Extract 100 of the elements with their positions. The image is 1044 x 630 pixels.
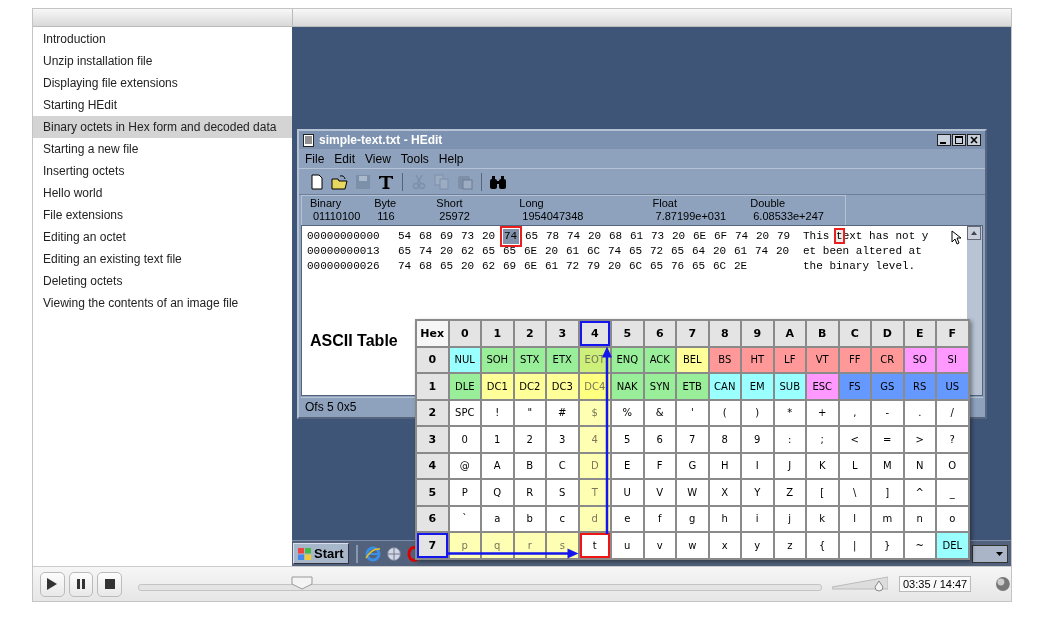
table-cell: ? — [937, 427, 968, 452]
play-icon — [47, 578, 58, 590]
status-text: Ofs 5 0x5 — [305, 399, 357, 414]
table-cell: l — [839, 506, 870, 531]
decoded-text: This — [803, 230, 831, 242]
sidebar-item[interactable]: Displaying file extensions — [33, 72, 292, 94]
hex-byte: 61 — [545, 259, 560, 274]
taskbar-dropdown[interactable] — [972, 544, 1008, 563]
table-header: Hex — [417, 321, 448, 346]
globe-icon[interactable] — [385, 545, 402, 562]
hex-byte: 72 — [650, 244, 665, 259]
start-button[interactable]: Start — [293, 543, 349, 564]
table-cell: ( — [709, 400, 740, 425]
decoded-text: et been altered at — [803, 245, 922, 257]
row-header: 1 — [417, 374, 448, 399]
open-folder-icon[interactable] — [330, 172, 350, 191]
table-cell: RS — [904, 374, 935, 399]
sidebar-item[interactable]: Introduction — [33, 28, 292, 50]
table-cell: VT — [807, 347, 838, 372]
seek-slider[interactable] — [138, 576, 822, 592]
hex-byte: 20 — [713, 244, 728, 259]
sidebar-item[interactable]: File extensions — [33, 204, 292, 226]
table-cell: p — [449, 533, 480, 558]
table-cell: M — [872, 453, 903, 478]
table-cell: O — [937, 453, 968, 478]
sidebar-item[interactable]: Binary octets in Hex form and decoded data — [33, 116, 292, 138]
menu-item[interactable]: View — [365, 151, 391, 166]
table-cell: w — [677, 533, 708, 558]
row-header: 6 — [417, 506, 448, 531]
info-label: Binary — [310, 197, 343, 210]
table-cell: CAN — [709, 374, 740, 399]
row-header: 3 — [417, 427, 448, 452]
sidebar-item[interactable]: Deleting octets — [33, 270, 292, 292]
table-cell: N — [904, 453, 935, 478]
pause-button[interactable] — [68, 571, 94, 597]
table-cell: NUL — [449, 347, 480, 372]
maximize-icon[interactable] — [952, 134, 966, 146]
table-cell: STX — [514, 347, 545, 372]
table-cell: L — [839, 453, 870, 478]
table-cell: f — [644, 506, 675, 531]
stop-button[interactable] — [97, 571, 123, 597]
table-cell: 5 — [612, 427, 643, 452]
table-cell: z — [774, 533, 805, 558]
column-header: 8 — [709, 321, 740, 346]
table-cell: SPC — [449, 400, 480, 425]
sidebar-item[interactable]: Viewing the contents of an image file — [33, 292, 292, 314]
close-icon[interactable] — [967, 134, 981, 146]
table-cell: W — [677, 480, 708, 505]
sidebar-item[interactable]: Unzip installation file — [33, 50, 292, 72]
sidebar-item[interactable]: Editing an existing text file — [33, 248, 292, 270]
hex-byte: 61 — [734, 244, 749, 259]
sidebar-item[interactable]: Editing an octet — [33, 226, 292, 248]
hex-byte: 20 — [461, 259, 476, 274]
hex-byte: 65 — [398, 244, 413, 259]
table-cell: GS — [872, 374, 903, 399]
menu-item[interactable]: Edit — [334, 151, 356, 166]
sidebar-item[interactable]: Starting HEdit — [33, 94, 292, 116]
hex-byte: 74 — [608, 244, 623, 259]
table-cell: S — [547, 480, 578, 505]
volume-thumb[interactable] — [873, 581, 884, 593]
table-cell: DLE — [449, 374, 480, 399]
info-label: Byte — [374, 197, 398, 210]
sidebar-item[interactable]: Inserting octets — [33, 160, 292, 182]
table-cell: I — [742, 453, 773, 478]
table-cell: SOH — [482, 347, 513, 372]
sidebar-item[interactable]: Starting a new file — [33, 138, 292, 160]
hex-byte: 79 — [777, 229, 792, 244]
sidebar-item[interactable]: Hello world — [33, 182, 292, 204]
menu-item[interactable]: Help — [438, 151, 464, 166]
table-cell: 3 — [547, 427, 578, 452]
menu-item[interactable]: File — [305, 151, 325, 166]
play-button[interactable] — [40, 571, 65, 597]
hex-byte: 79 — [587, 259, 602, 274]
table-cell: > — [904, 427, 935, 452]
volume-slider[interactable] — [831, 576, 887, 592]
table-cell: P — [449, 480, 480, 505]
table-cell: DC2 — [514, 374, 545, 399]
table-cell: Z — [774, 480, 805, 505]
hex-byte: 69 — [440, 229, 455, 244]
offset: 00000000013 — [307, 244, 381, 259]
windows-logo-icon — [298, 547, 311, 560]
hex-byte: 74 — [735, 229, 750, 244]
hex-byte: 20 — [672, 229, 687, 244]
hex-byte: 2E — [734, 259, 749, 274]
mouse-pointer-icon — [951, 230, 961, 245]
scroll-up-icon[interactable] — [967, 226, 981, 240]
table-cell: | — [839, 533, 870, 558]
menu-item[interactable]: Tools — [400, 151, 429, 166]
globe-icon[interactable] — [995, 576, 1011, 592]
table-cell: A — [482, 453, 513, 478]
table-cell: x — [709, 533, 740, 558]
hex-byte: 6C — [713, 259, 728, 274]
table-cell: ^ — [904, 480, 935, 505]
slider-thumb[interactable] — [291, 576, 314, 590]
minimize-icon[interactable] — [937, 134, 951, 146]
table-cell: SYN — [644, 374, 675, 399]
browser-e-icon[interactable] — [364, 545, 381, 562]
table-cell: o — [937, 506, 968, 531]
hex-byte: 20 — [776, 244, 791, 259]
column-header: C — [839, 321, 870, 346]
